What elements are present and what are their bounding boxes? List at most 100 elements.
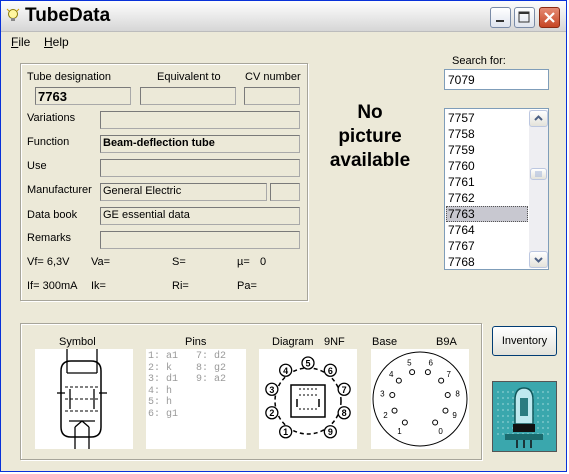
base-pin-number: 4 — [389, 370, 394, 379]
variations-label: Variations — [27, 112, 76, 124]
pin-entry: 7: d2 — [196, 351, 227, 362]
base-drawing: 12 3 4 5 6 7 8 90 — [372, 351, 468, 447]
minimize-icon — [496, 20, 504, 22]
list-item[interactable]: 7758 — [446, 126, 528, 142]
base-pin-hole — [409, 369, 416, 376]
base-pin-hole — [401, 419, 408, 426]
scroll-thumb[interactable] — [530, 168, 547, 180]
list-scrollbar[interactable] — [529, 110, 548, 268]
diagram-pin-label: 3 — [269, 385, 274, 395]
tube-symbol-image — [35, 349, 133, 449]
manufacturer-field[interactable]: General Electric — [100, 183, 267, 201]
diagram-pin-label: 9 — [328, 427, 333, 437]
equivalent-label: Equivalent to — [157, 71, 221, 83]
list-item[interactable]: 7762 — [446, 190, 528, 206]
mu-value: 0 — [260, 256, 267, 268]
remarks-field[interactable] — [100, 231, 300, 249]
menu-help[interactable]: Help — [44, 35, 69, 49]
vf-value: Vf= 6,3V — [27, 256, 70, 268]
connection-diagram-drawing: 12 34 5 67 89 — [265, 356, 351, 439]
list-item[interactable]: 7764 — [446, 222, 528, 238]
base-pin-number: 7 — [446, 370, 451, 379]
pin-entry: 1: a1 — [148, 351, 179, 362]
symbol-label: Symbol — [59, 336, 96, 348]
pins-panel: 1: a1 2: k 3: d1 4: h 5: h 6: g1 7: d2 8: g2 9:… — [146, 349, 246, 449]
title-bar[interactable]: TubeData — [1, 1, 566, 32]
list-item[interactable]: 7767 — [446, 238, 528, 254]
base-pin-hole — [424, 369, 431, 376]
no-picture-line2: picture — [338, 126, 402, 147]
use-field[interactable] — [100, 159, 300, 177]
window-title: TubeData — [25, 5, 111, 26]
pin-entry: 5: h — [148, 397, 173, 408]
connection-diagram-image: 12 34 5 67 89 — [259, 349, 357, 449]
no-picture-text: No picture available — [313, 101, 427, 173]
base-pin-hole — [442, 407, 449, 414]
maximize-button[interactable] — [514, 7, 535, 28]
base-pin-number: 1 — [397, 427, 402, 436]
main-window: TubeData File Help Tube designation Equi… — [0, 0, 567, 472]
search-input[interactable] — [444, 69, 549, 90]
pins-column-1: 1: a1 2: k 3: d1 4: h 5: h 6: g1 — [148, 351, 178, 420]
list-item[interactable]: 7760 — [446, 158, 528, 174]
function-field[interactable]: Beam-deflection tube — [100, 135, 300, 153]
diagram-pin-label: 1 — [283, 427, 288, 437]
list-item[interactable]: 7759 — [446, 142, 528, 158]
close-button[interactable] — [539, 7, 560, 28]
designation-field[interactable]: 7763 — [35, 87, 131, 105]
pin-entry: 4: h — [148, 385, 173, 397]
diagram-code: 9NF — [324, 336, 345, 348]
cv-number-label: CV number — [245, 71, 301, 83]
base-pin-number: 5 — [407, 359, 412, 368]
designation-label: Tube designation — [27, 71, 111, 83]
databook-field[interactable]: GE essential data — [100, 207, 300, 225]
pin-entry: 6: g1 — [148, 408, 179, 420]
pin-entry: 8: g2 — [196, 362, 227, 374]
diagram-pin-label: 4 — [283, 366, 288, 376]
close-icon — [544, 12, 555, 23]
menu-help-rest: elp — [52, 35, 69, 49]
vacuum-tube-icon — [493, 382, 556, 451]
function-label: Function — [27, 136, 70, 148]
s-value: S= — [172, 256, 186, 268]
base-pin-hole — [391, 407, 398, 414]
base-pin-hole — [438, 377, 445, 384]
pins-column-2: 7: d2 8: g2 9: a2 — [196, 351, 226, 386]
diagram-pin-label: 5 — [305, 359, 310, 369]
chevron-up-icon — [534, 115, 543, 121]
pa-value: Pa= — [237, 280, 257, 292]
pins-label: Pins — [185, 336, 207, 348]
ik-value: Ik= — [91, 280, 106, 292]
databook-label: Data book — [27, 209, 78, 221]
menu-help-accel: H — [44, 35, 53, 49]
equivalent-field[interactable] — [140, 87, 236, 105]
diagram-pin-label: 2 — [269, 408, 274, 418]
scroll-up-button[interactable] — [529, 110, 548, 127]
list-item[interactable]: 7768 — [446, 254, 528, 269]
inventory-button[interactable]: Inventory — [492, 326, 557, 356]
menu-file[interactable]: File — [11, 35, 30, 49]
list-item[interactable]: 7763 — [446, 206, 528, 222]
minimize-button[interactable] — [490, 7, 511, 28]
scroll-down-button[interactable] — [529, 251, 548, 268]
cv-number-field[interactable] — [244, 87, 300, 105]
tube-listbox[interactable]: 7757 7758 7759 7760 7761 7762 7763 7764 7767 7768 — [444, 108, 549, 270]
use-label: Use — [27, 160, 47, 172]
menu-bar: File Help — [1, 32, 566, 52]
base-pin-hole — [444, 392, 451, 399]
tube-logo-image — [492, 381, 557, 452]
list-item[interactable]: 7757 — [446, 110, 528, 126]
maximize-icon — [518, 11, 530, 23]
base-pin-number: 6 — [428, 359, 433, 368]
mu-label: µ= — [237, 256, 250, 268]
variations-field[interactable] — [100, 111, 300, 129]
list-item[interactable]: 7761 — [446, 174, 528, 190]
base-pin-hole — [389, 392, 396, 399]
tube-symbol-drawing — [57, 349, 107, 449]
base-pin-hole — [432, 419, 439, 426]
diagram-label: Diagram — [272, 336, 314, 348]
base-pin-number: 3 — [380, 390, 385, 399]
manufacturer-extra-field[interactable] — [270, 183, 300, 201]
diagram-pin-label: 6 — [328, 366, 333, 376]
search-label: Search for: — [452, 55, 506, 67]
